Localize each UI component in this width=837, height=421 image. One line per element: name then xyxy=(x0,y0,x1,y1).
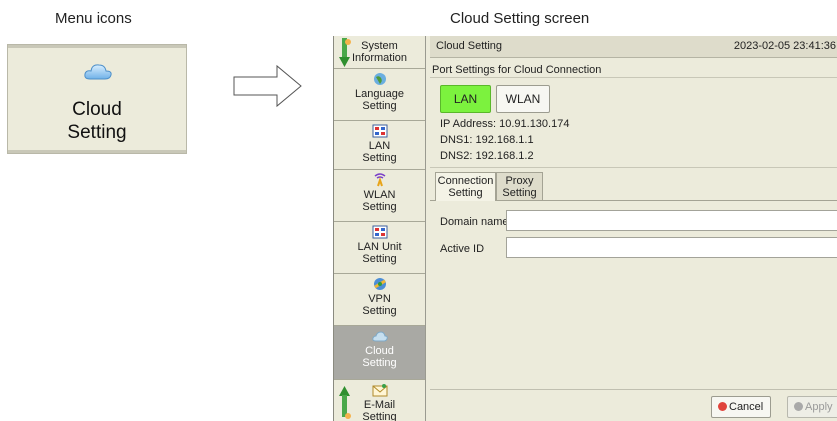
tab-panel: Domain name Active ID xyxy=(430,200,837,389)
dns1-text: DNS1: 192.168.1.1 xyxy=(440,134,534,146)
sidebar-item-wlan-setting[interactable]: WLAN Setting xyxy=(334,170,425,222)
menu-icons-caption: Menu icons xyxy=(55,10,132,27)
scroll-up-arrow-icon[interactable] xyxy=(339,36,351,69)
divider xyxy=(430,389,837,390)
datetime-display: 2023-02-05 23:41:36 xyxy=(733,40,836,52)
cancel-label: Cancel xyxy=(729,401,764,413)
wifi-icon xyxy=(374,173,385,187)
globe-icon xyxy=(373,73,386,85)
network-icon xyxy=(372,225,387,239)
cloud-screen-caption: Cloud Setting screen xyxy=(450,10,590,27)
sidebar-item-vpn-setting[interactable]: VPN Setting xyxy=(334,274,425,326)
cancel-button[interactable]: Cancel xyxy=(711,396,771,418)
active-id-field[interactable] xyxy=(506,237,837,258)
sidebar-item-label: Cloud xyxy=(365,345,394,357)
cancel-icon xyxy=(718,402,727,411)
menu-tile-label-line1: Cloud xyxy=(72,99,122,120)
page-title: Cloud Setting xyxy=(436,40,503,52)
sidebar-item-label: LAN Unit xyxy=(357,241,402,253)
active-id-label: Active ID xyxy=(440,243,485,255)
apply-button[interactable]: Apply xyxy=(787,396,837,418)
tab-proxy-setting[interactable]: Proxy Setting xyxy=(496,172,543,200)
sidebar-item-label: VPN xyxy=(368,293,391,305)
tab-connection-setting[interactable]: Connection Setting xyxy=(435,172,496,201)
sidebar-item-label: Setting xyxy=(362,253,397,265)
check-icon xyxy=(794,402,803,411)
tab-label: Setting xyxy=(502,187,537,199)
dns2-text: DNS2: 192.168.1.2 xyxy=(440,150,534,162)
domain-name-field[interactable] xyxy=(506,210,837,231)
scroll-down-arrow-icon[interactable] xyxy=(339,386,351,421)
tab-label: Proxy xyxy=(505,175,534,187)
sidebar-item-label: Setting xyxy=(362,201,397,213)
sidebar-item-label: Setting xyxy=(362,305,397,317)
mail-icon xyxy=(372,384,387,397)
domain-name-label: Domain name xyxy=(440,216,509,228)
sidebar-item-label: LAN xyxy=(368,140,391,152)
sidebar-item-label: Setting xyxy=(362,357,397,369)
cloud-setting-menu-tile[interactable]: Cloud Setting xyxy=(7,44,187,154)
vpn-icon xyxy=(373,278,386,290)
right-arrow-icon xyxy=(233,64,302,108)
sidebar-item-label: WLAN xyxy=(363,189,396,201)
menu-tile-label: Cloud Setting xyxy=(8,98,186,144)
network-icon xyxy=(372,124,387,138)
title-bar: Cloud Setting 2023-02-05 23:41:36 xyxy=(430,36,837,58)
sidebar-item-lan-unit-setting[interactable]: LAN Unit Setting xyxy=(334,222,425,274)
main-panel: Cloud Setting 2023-02-05 23:41:36 Port S… xyxy=(430,36,837,421)
menu-tile-label-line2: Setting xyxy=(67,122,127,143)
wlan-button[interactable]: WLAN xyxy=(496,85,550,113)
sidebar-item-cloud-setting[interactable]: Cloud Setting xyxy=(334,326,425,380)
divider xyxy=(430,77,837,78)
sidebar-item-label: Setting xyxy=(362,100,397,112)
tab-label: Connection xyxy=(437,175,494,187)
sidebar-item-label: Language xyxy=(355,88,404,100)
sidebar-item-label: Setting xyxy=(362,152,397,164)
apply-label: Apply xyxy=(805,401,833,413)
lan-button[interactable]: LAN xyxy=(440,85,491,113)
ip-address-text: IP Address: 10.91.130.174 xyxy=(440,118,570,130)
sidebar-item-language-setting[interactable]: Language Setting xyxy=(334,69,425,121)
cloud-icon xyxy=(83,61,113,86)
cloud-setting-screen: System Information Language Setting LAN … xyxy=(333,36,837,421)
port-settings-label: Port Settings for Cloud Connection xyxy=(432,64,602,76)
sidebar-item-lan-setting[interactable]: LAN Setting xyxy=(334,121,425,170)
divider xyxy=(430,167,837,168)
tab-label: Setting xyxy=(448,187,483,199)
cloud-icon xyxy=(371,331,388,342)
sidebar: System Information Language Setting LAN … xyxy=(334,36,426,421)
